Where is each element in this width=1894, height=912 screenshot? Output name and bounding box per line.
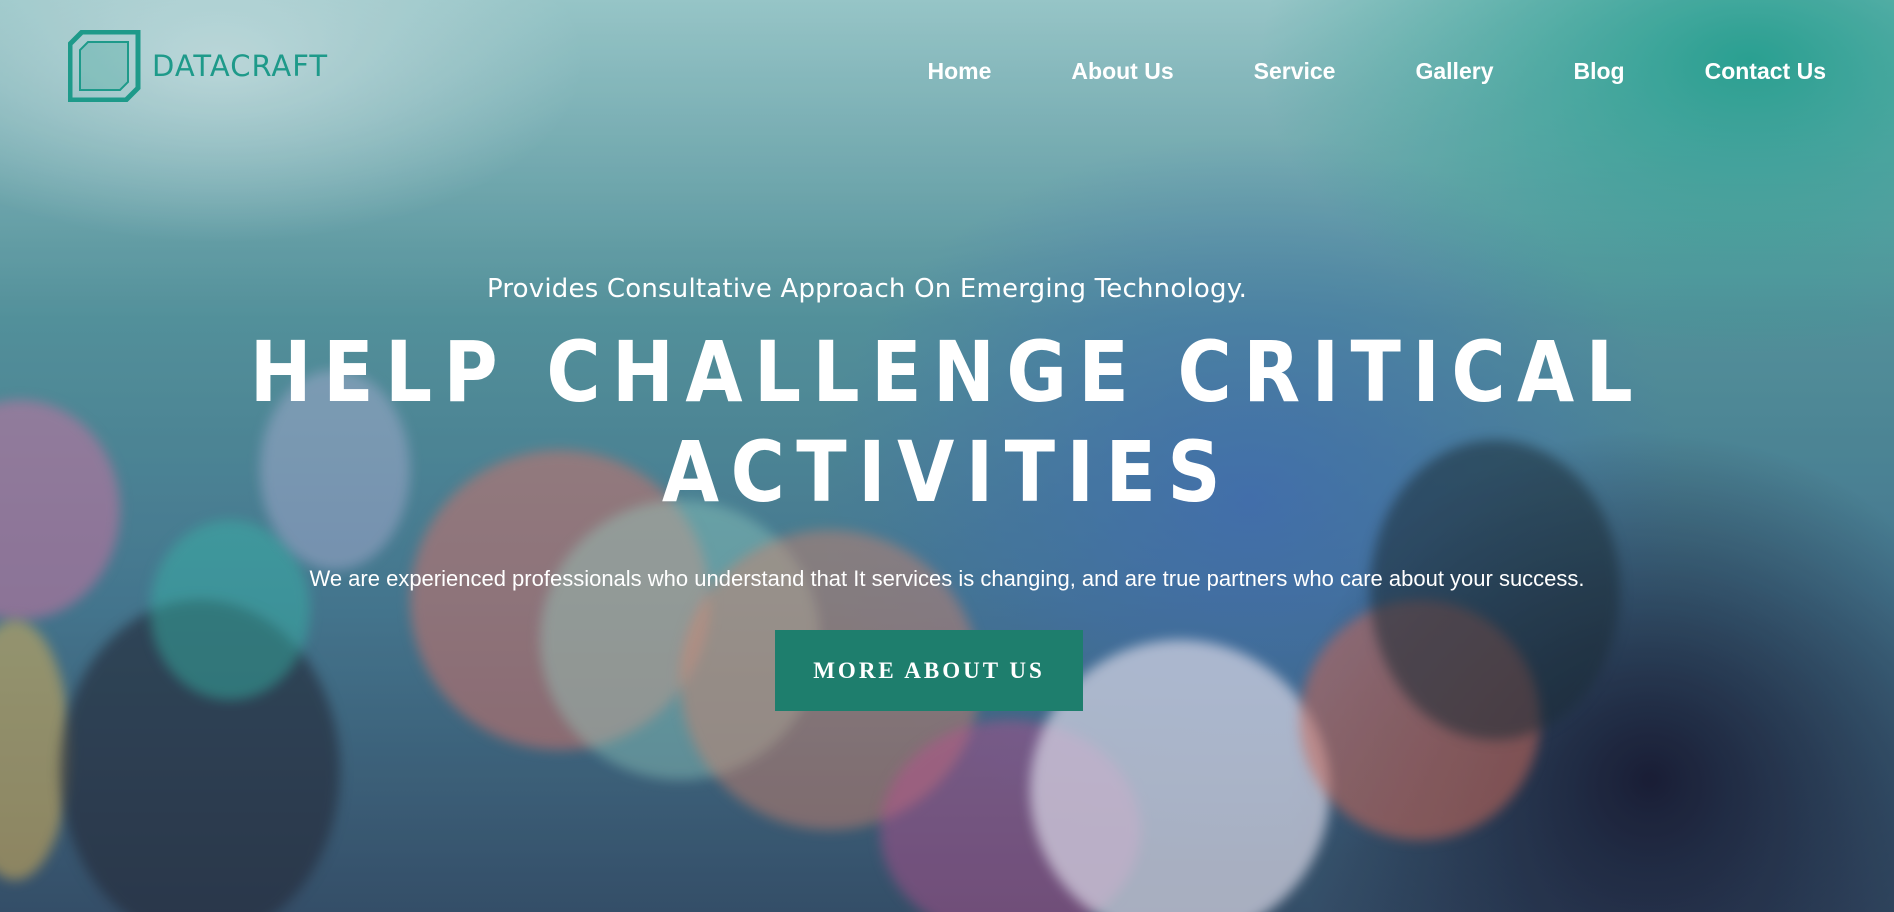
more-about-us-button[interactable]: MORE ABOUT US: [775, 630, 1083, 711]
brand-name: DATACRAFT: [152, 49, 329, 83]
hero-content: Provides Consultative Approach On Emergi…: [0, 274, 1894, 711]
octagon-frame-icon: [68, 30, 141, 102]
nav-item-home[interactable]: Home: [928, 58, 992, 85]
main-nav: Home About Us Service Gallery Blog Conta…: [928, 58, 1827, 85]
site-logo[interactable]: DATACRAFT: [68, 30, 328, 102]
nav-item-service[interactable]: Service: [1254, 58, 1336, 85]
nav-item-about-us[interactable]: About Us: [1071, 58, 1173, 85]
nav-item-blog[interactable]: Blog: [1573, 58, 1624, 85]
nav-item-contact-us[interactable]: Contact Us: [1705, 58, 1826, 85]
hero-headline: HELP CHALLENGE CRITICAL ACTIVITIES: [114, 322, 1781, 522]
nav-item-gallery[interactable]: Gallery: [1415, 58, 1493, 85]
hero-description: We are experienced professionals who und…: [309, 566, 1585, 591]
hero-headline-line-1: HELP CHALLENGE CRITICAL: [249, 323, 1645, 421]
hero-section: DATACRAFT Home About Us Service Gallery …: [0, 0, 1894, 912]
hero-headline-line-2: ACTIVITIES: [661, 423, 1233, 521]
hero-kicker: Provides Consultative Approach On Emergi…: [486, 274, 1248, 304]
